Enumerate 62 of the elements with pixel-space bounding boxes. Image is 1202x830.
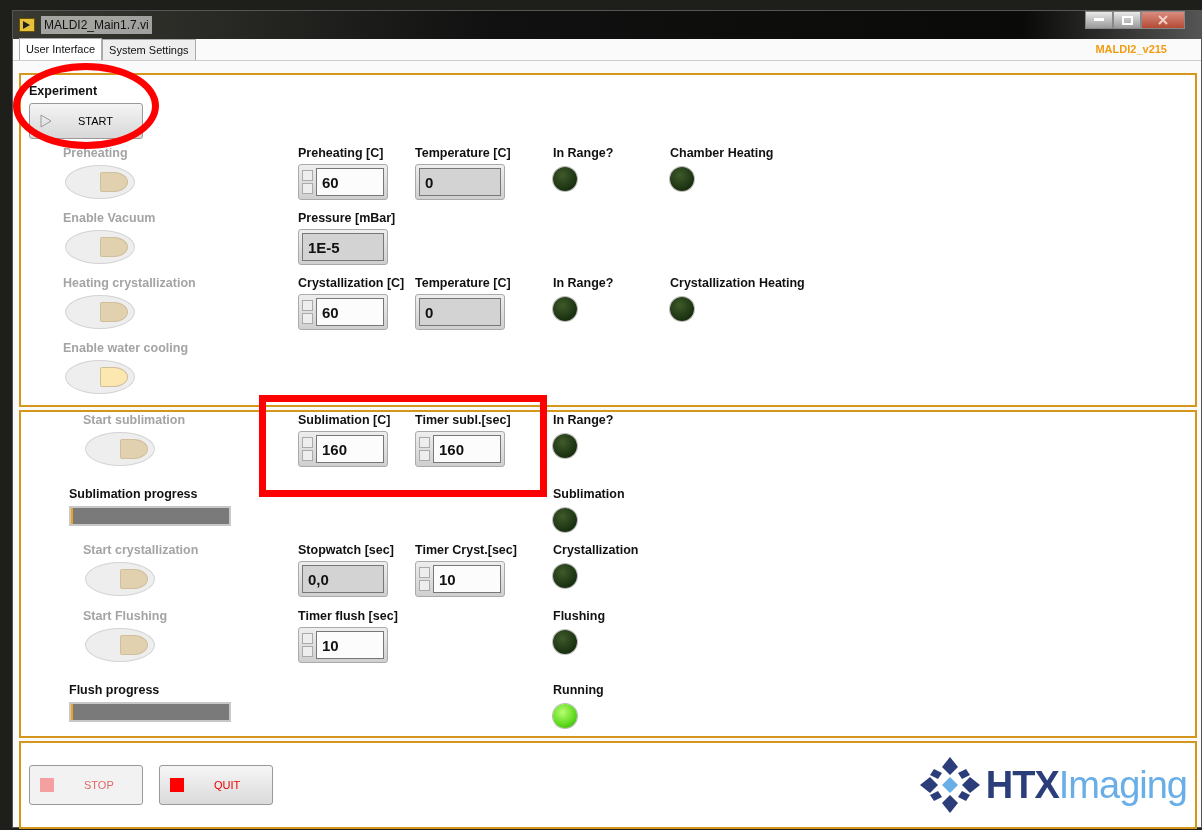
progress-label: Sublimation progress [69,486,199,502]
toggle-label: Enable Vacuum [63,210,157,226]
control-label: Timer flush [sec] [298,608,399,624]
maximize-icon [1121,15,1133,25]
toggle-label: Heating crystallization [63,275,197,291]
toggle-label: Start crystallization [83,542,200,558]
close-icon [1158,15,1168,25]
led-label: In Range? [553,275,615,291]
numeric-indicator: 0,0 [298,561,388,597]
spin-arrows-icon[interactable] [419,437,430,461]
led-label: Chamber Heating [670,145,775,161]
numeric-control[interactable]: 60 [298,164,388,200]
play-icon [40,114,52,128]
control-label: Sublimation [C] [298,412,392,428]
section-title: Experiment [29,83,99,99]
led-label: In Range? [553,412,615,428]
spin-arrows-icon[interactable] [302,437,313,461]
control-label: Temperature [C] [415,275,512,291]
led-label: Running [553,682,605,698]
toggle-label: Start sublimation [83,412,187,428]
version-label: MALDI2_v215 [1095,42,1167,58]
app-icon [19,18,35,32]
led-label: Crystallization [553,542,640,558]
numeric-control[interactable]: 10 [298,627,388,663]
control-label: Timer Cryst.[sec] [415,542,518,558]
minimize-icon [1094,18,1104,22]
quit-button[interactable]: QUIT [159,765,273,805]
numeric-indicator: 0 [415,294,505,330]
led-label: Flushing [553,608,607,624]
control-label: Crystallization [C] [298,275,406,291]
start-button[interactable]: START [29,103,143,139]
led-label: Sublimation [553,486,626,502]
spin-arrows-icon[interactable] [419,567,430,591]
spin-arrows-icon[interactable] [302,170,313,194]
control-label: Preheating [C] [298,145,385,161]
toggle-label: Start Flushing [83,608,169,624]
square-icon [170,778,184,792]
led-label: Crystallization Heating [670,275,806,291]
numeric-control[interactable]: 160 [415,431,505,467]
control-label: Stopwatch [sec] [298,542,395,558]
window-title: MALDI2_Main1.7.vi [41,16,152,34]
led-label: In Range? [553,145,615,161]
tab[interactable]: System Settings [102,38,196,60]
control-label: Timer subl.[sec] [415,412,512,428]
numeric-control[interactable]: 10 [415,561,505,597]
square-icon [40,778,54,792]
minimize-button[interactable] [1085,11,1113,29]
numeric-indicator: 1E-5 [298,229,388,265]
numeric-control[interactable]: 160 [298,431,388,467]
toggle-label: Preheating [63,145,129,161]
maximize-button[interactable] [1113,11,1141,29]
spin-arrows-icon[interactable] [302,300,313,324]
numeric-control[interactable]: 60 [298,294,388,330]
progress-label: Flush progress [69,682,161,698]
control-label: Temperature [C] [415,145,512,161]
tab[interactable]: User Interface [19,38,103,60]
spin-arrows-icon[interactable] [302,633,313,657]
toggle-label: Enable water cooling [63,340,190,356]
numeric-indicator: 0 [415,164,505,200]
control-label: Pressure [mBar] [298,210,397,226]
close-button[interactable] [1141,11,1185,29]
logo-text: HTXImaging [985,766,1187,804]
